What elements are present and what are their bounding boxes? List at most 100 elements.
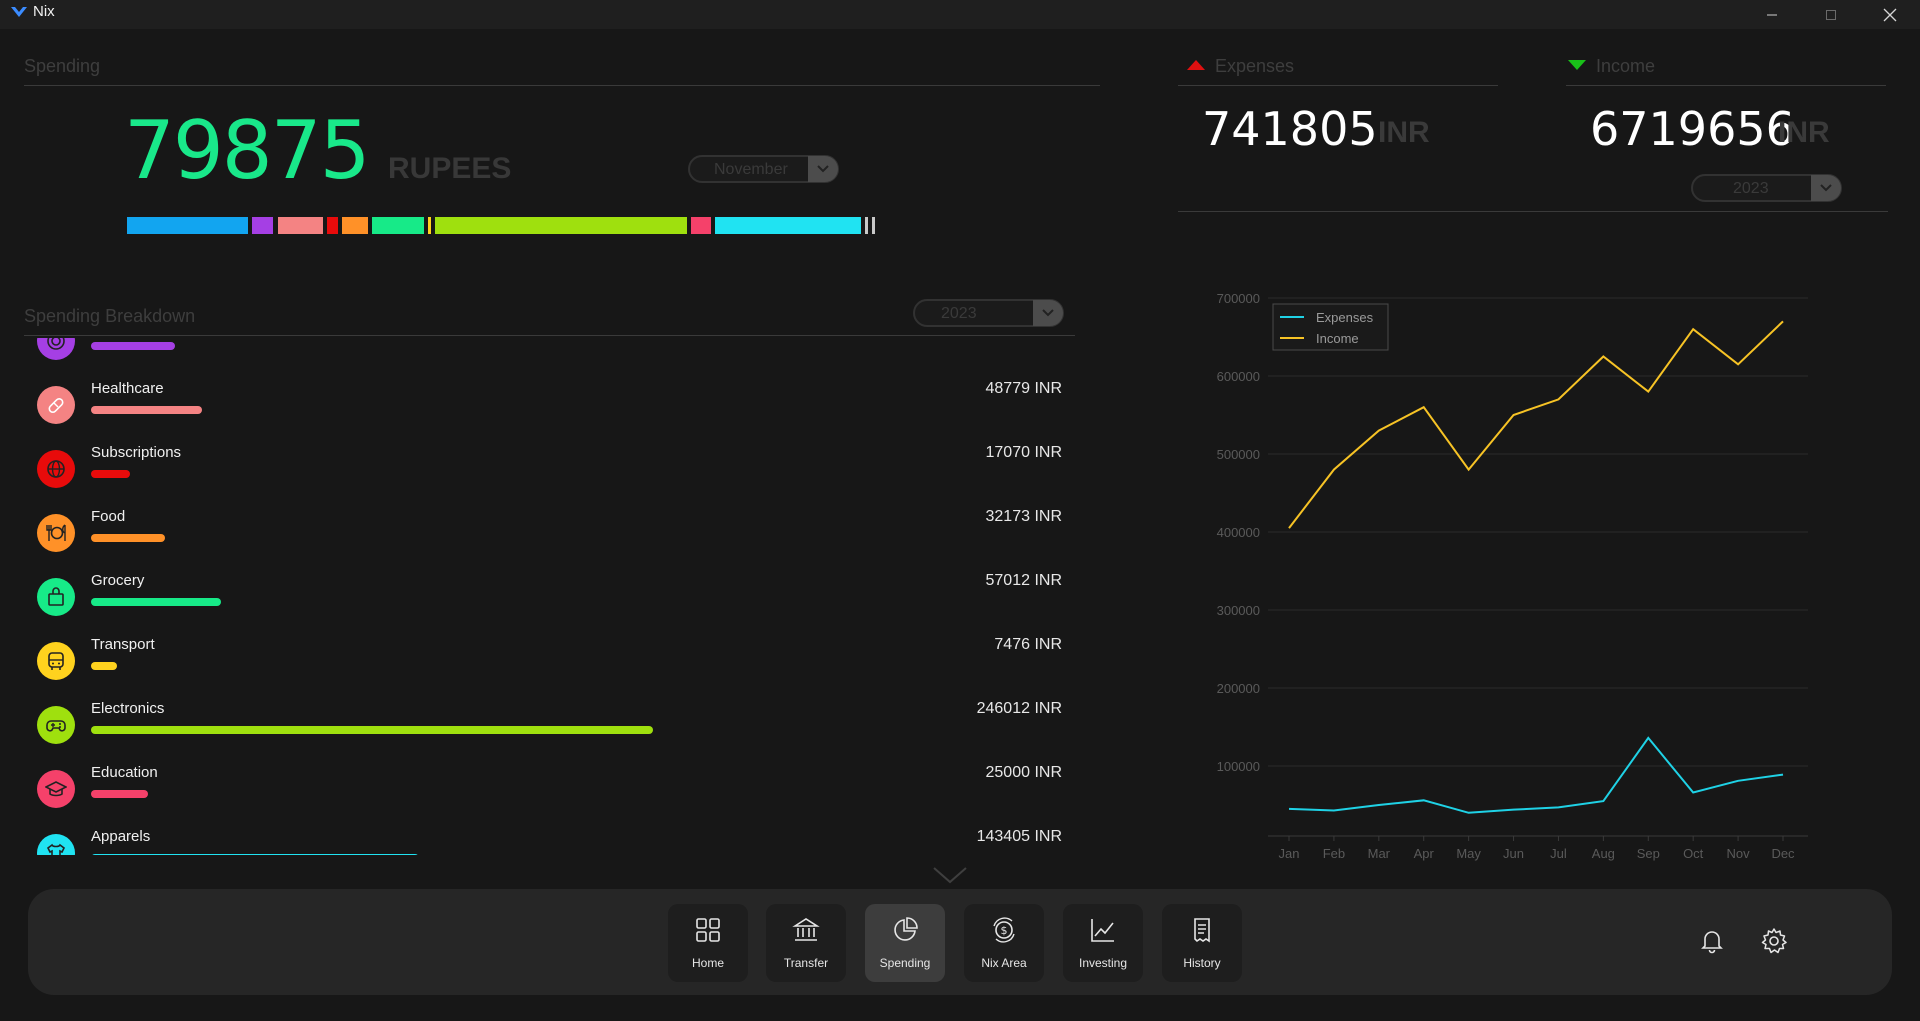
notifications-button[interactable]: [1692, 921, 1732, 961]
month-dropdown-button[interactable]: [808, 156, 838, 182]
category-row[interactable]: Transport 7476 INR: [24, 632, 1074, 696]
month-dropdown-value: November: [714, 161, 788, 178]
x-tick-label: Jun: [1503, 846, 1524, 861]
nav-investing-button[interactable]: Investing: [1063, 904, 1143, 982]
nav-history-button[interactable]: History: [1162, 904, 1242, 982]
category-progress-bar: [91, 534, 165, 542]
coin-exchange-icon: $: [993, 917, 1015, 943]
spending-divider: [24, 85, 1100, 86]
bank-icon: [792, 918, 820, 941]
spending-category-bar: [127, 217, 900, 234]
x-tick-label: Sep: [1637, 846, 1660, 861]
category-row[interactable]: Grocery 57012 INR: [24, 568, 1074, 632]
expenses-income-line-chart: 100000 200000 300000 400000 500000 600000 7000…: [1217, 291, 1808, 861]
x-tick-label: Aug: [1592, 846, 1615, 861]
title-bar: Nix: [0, 0, 1920, 29]
category-row[interactable]: Healthcare 48779 INR: [24, 376, 1074, 440]
income-divider: [1566, 85, 1886, 86]
income-amount: 6719656: [1590, 102, 1795, 156]
settings-button[interactable]: [1754, 921, 1794, 961]
category-row[interactable]: Electronics 246012 INR: [24, 696, 1074, 760]
category-amount: 57012 INR: [985, 572, 1063, 589]
y-tick-label: 600000: [1217, 369, 1260, 384]
chevron-down-icon: [817, 165, 829, 173]
graduation-cap-icon: [37, 770, 75, 808]
category-progress-bar: [91, 406, 203, 414]
category-row[interactable]: Subscriptions 17070 INR: [24, 440, 1074, 504]
spending-unit: RUPEES: [388, 152, 512, 185]
expenses-divider: [1178, 85, 1498, 86]
category-amount: 48779 INR: [985, 380, 1063, 397]
nav-transfer-button[interactable]: Transfer: [766, 904, 846, 982]
year-dropdown-value: 2023: [1733, 180, 1769, 197]
category-progress-bar: [91, 854, 419, 855]
expenses-unit: INR: [1378, 116, 1430, 149]
bullseye-icon: [37, 338, 75, 360]
category-name: Education: [91, 764, 158, 781]
spending-bar-segment: [127, 217, 248, 234]
year-dropdown[interactable]: 2023: [1691, 174, 1842, 202]
chevron-down-icon: [1820, 184, 1832, 192]
category-row[interactable]: Food 32173 INR: [24, 504, 1074, 568]
bottom-nav-bar: Home Transfer Spending $ Nix Area Invest…: [28, 889, 1892, 995]
legend-label: Expenses: [1316, 310, 1374, 325]
category-progress-bar: [91, 470, 130, 478]
spending-bar-segment: [251, 217, 274, 234]
nav-nixarea-button[interactable]: $ Nix Area: [964, 904, 1044, 982]
category-name: Grocery: [91, 572, 145, 589]
category-name: Electronics: [91, 700, 165, 717]
utensils-icon: [37, 514, 75, 552]
nav-home-button[interactable]: Home: [668, 904, 748, 982]
year-dropdown-button[interactable]: [1811, 175, 1841, 201]
minimize-icon: [1767, 14, 1777, 15]
y-tick-label: 200000: [1217, 681, 1260, 696]
x-tick-label: Oct: [1683, 846, 1704, 861]
svg-text:$: $: [1001, 924, 1008, 937]
pie-chart-icon: [894, 917, 918, 941]
category-progress-bar: [91, 726, 653, 734]
close-button[interactable]: [1861, 0, 1919, 29]
breakdown-year-dropdown[interactable]: 2023: [913, 299, 1064, 327]
category-name: Subscriptions: [91, 444, 182, 461]
spending-amount: 79875: [124, 104, 370, 197]
x-tick-label: May: [1456, 846, 1481, 861]
nav-investing-label: Investing: [1078, 956, 1128, 970]
shirt-icon: [37, 834, 75, 855]
breakdown-year-value: 2023: [941, 305, 977, 322]
category-progress-bar: [91, 790, 149, 798]
chart-top-divider: [1178, 211, 1888, 212]
line-chart-icon: [1091, 919, 1114, 942]
breakdown-year-dropdown-button[interactable]: [1033, 300, 1063, 326]
category-row[interactable]: [24, 338, 1074, 376]
y-tick-label: 400000: [1217, 525, 1260, 540]
breakdown-divider: [24, 335, 1075, 336]
shopping-bag-icon: [37, 578, 75, 616]
nav-spending-button[interactable]: Spending: [865, 904, 945, 982]
collapse-chevron-icon[interactable]: [932, 866, 968, 884]
income-label: Income: [1596, 56, 1656, 76]
category-progress-bar: [91, 342, 176, 350]
breakdown-title: Spending Breakdown: [24, 306, 196, 326]
spending-bar-segment: [714, 217, 862, 234]
spending-bar-segment: [865, 217, 869, 234]
nav-home-label: Home: [691, 956, 724, 970]
close-icon: [1883, 8, 1897, 21]
maximize-button[interactable]: [1802, 0, 1860, 29]
spending-bar-segment: [341, 217, 369, 234]
month-dropdown[interactable]: November: [688, 155, 839, 183]
x-tick-label: Jul: [1550, 846, 1567, 861]
bandage-icon: [37, 386, 75, 424]
chart-legend: Expenses Income: [1272, 303, 1389, 351]
breakdown-list[interactable]: Healthcare 48779 INR Subscriptions 17070 IN…: [24, 338, 1074, 855]
spending-bar-segment: [326, 217, 338, 234]
category-row[interactable]: Apparels 143405 INR: [24, 824, 1074, 855]
spending-bar-segment: [277, 217, 323, 234]
x-tick-label: Nov: [1727, 846, 1751, 861]
category-row[interactable]: Education 25000 INR: [24, 760, 1074, 824]
y-tick-label: 500000: [1217, 447, 1260, 462]
minimize-button[interactable]: [1743, 0, 1801, 29]
spending-bar-segment: [372, 217, 424, 234]
y-tick-label: 100000: [1217, 759, 1260, 774]
income-unit: INR: [1778, 116, 1830, 149]
category-name: Transport: [91, 636, 155, 653]
